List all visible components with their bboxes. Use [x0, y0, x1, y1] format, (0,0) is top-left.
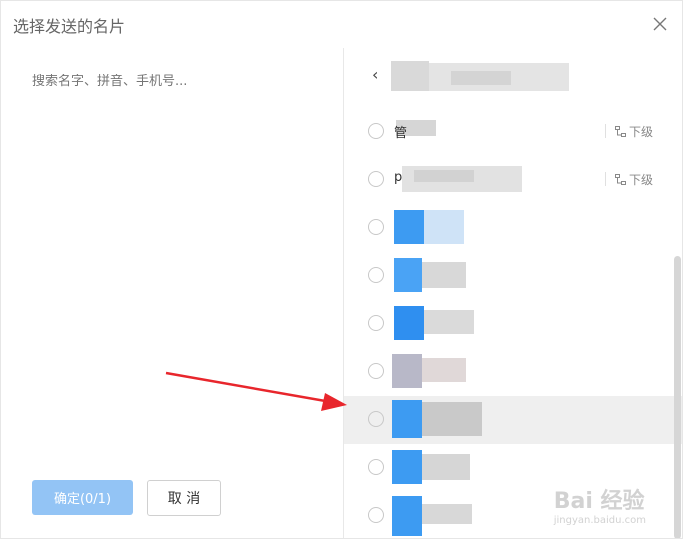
list-item[interactable]: [344, 300, 682, 348]
list-item[interactable]: [344, 204, 682, 252]
radio-button[interactable]: [368, 363, 384, 379]
close-icon[interactable]: [652, 16, 668, 32]
dialog-title: 选择发送的名片: [13, 17, 126, 36]
subdepartment-label: 下级: [628, 173, 653, 187]
subdepartment-link[interactable]: 下级: [604, 123, 653, 140]
radio-button[interactable]: [368, 459, 384, 475]
list-item[interactable]: [344, 348, 682, 396]
redacted-name: [422, 504, 472, 524]
watermark: Bai 经验 jingyan.baidu.com: [554, 483, 646, 526]
redacted-name: [394, 258, 422, 292]
redacted-name: [392, 450, 422, 484]
org-tree-icon: [614, 126, 626, 137]
subdepartment-link[interactable]: 下级: [604, 171, 653, 188]
subdepartment-label: 下级: [628, 125, 653, 139]
watermark-url: jingyan.baidu.com: [553, 515, 646, 526]
redacted-name: [392, 400, 422, 438]
redacted-name: [422, 262, 466, 288]
list-item[interactable]: [344, 396, 682, 444]
redacted-name: [392, 496, 422, 536]
radio-button[interactable]: [368, 507, 384, 523]
send-card-dialog: 选择发送的名片 确定(0/1) 取 消 ‹ 管下级p下级 Bai 经验 jing…: [0, 0, 683, 539]
radio-button[interactable]: [368, 267, 384, 283]
list-item[interactable]: 管 下级: [344, 108, 682, 156]
org-tree-icon: [614, 174, 626, 185]
radio-button[interactable]: [368, 171, 384, 187]
list-scrollbar[interactable]: [674, 256, 681, 538]
redacted-name: [424, 310, 474, 334]
redacted-name: [392, 354, 422, 388]
radio-button[interactable]: [368, 219, 384, 235]
left-panel: [1, 48, 343, 538]
list-item[interactable]: p 下级: [344, 156, 682, 204]
search-input[interactable]: [32, 74, 312, 89]
confirm-button[interactable]: 确定(0/1): [32, 480, 133, 515]
radio-button[interactable]: [368, 123, 384, 139]
contact-name-prefix: p: [394, 170, 403, 185]
cancel-button[interactable]: 取 消: [147, 480, 221, 516]
redacted-name: [422, 358, 466, 382]
radio-button[interactable]: [368, 411, 384, 427]
redacted-name: [424, 210, 464, 244]
redacted-name: [394, 210, 424, 244]
back-icon[interactable]: ‹: [372, 65, 378, 84]
redacted-name: [422, 402, 482, 436]
radio-button[interactable]: [368, 315, 384, 331]
redacted-name: [394, 306, 424, 340]
watermark-text: Bai 经验: [553, 489, 645, 514]
redacted-name: [422, 454, 470, 480]
list-item[interactable]: [344, 252, 682, 300]
contact-name-prefix: 管: [394, 126, 408, 141]
redacted-name: [414, 170, 474, 182]
